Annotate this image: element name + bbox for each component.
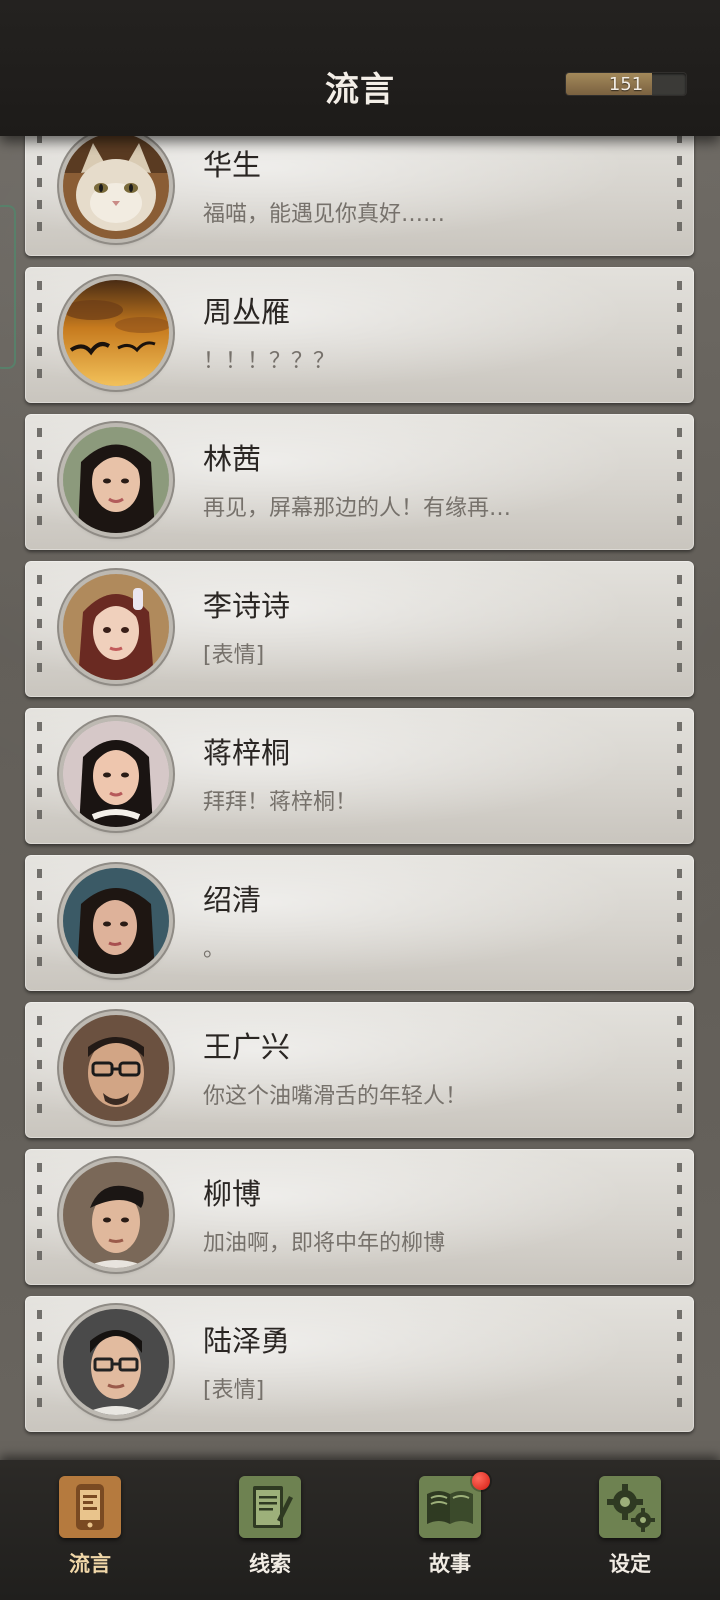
conversation-item-zhoucongyan[interactable]: 周丛雁 ！！！？？？ [25,267,694,403]
man-glasses-avatar-icon [63,1309,169,1415]
last-message: ！！！？？？ [203,349,336,374]
contact-name: 周丛雁 [203,295,291,329]
contact-name: 柳博 [203,1177,262,1211]
woman-avatar-icon [63,427,169,533]
conversation-item-huasheng[interactable]: 华生 福喵，能遇见你真好…… [25,120,694,256]
contact-name: 王广兴 [203,1030,291,1064]
book-icon [419,1476,481,1538]
nav-rumors[interactable]: 流言 [30,1476,150,1588]
contact-name: 林茜 [203,442,262,476]
counter-value: 151 [608,74,644,95]
nav-clues[interactable]: 线索 [210,1476,330,1588]
conversation-item-linqian[interactable]: 林茜 再见，屏幕那边的人！有缘再… [25,414,694,550]
conversation-item-wangguangxing[interactable]: 王广兴 你这个油嘴滑舌的年轻人！ [25,1002,694,1138]
last-message: 你这个油嘴滑舌的年轻人！ [203,1084,468,1109]
nav-label: 故事 [429,1551,471,1576]
woman-avatar-icon [63,721,169,827]
man-glasses-avatar-icon [63,1015,169,1121]
contact-name: 陆泽勇 [203,1324,291,1358]
conversation-item-shaoqing[interactable]: 绍清 。 [25,855,694,991]
conversation-item-lishishi[interactable]: 李诗诗 [表情] [25,561,694,697]
notepad-icon [239,1476,301,1538]
top-bar: 流言 151 [0,0,720,136]
woman-avatar-icon [63,574,169,680]
woman-avatar-icon [63,868,169,974]
last-message: 福喵，能遇见你真好…… [203,202,446,227]
last-message: 。 [203,937,226,962]
nav-label: 流言 [69,1551,111,1576]
last-message: 拜拜！蒋梓桐！ [203,790,358,815]
nav-story[interactable]: 故事 [390,1472,510,1588]
contact-name: 李诗诗 [203,589,291,623]
last-message: [表情] [203,1378,265,1403]
contact-name: 蒋梓桐 [203,736,291,770]
man-avatar-icon [63,1162,169,1268]
currency-counter: 151 [566,73,686,95]
last-message: 再见，屏幕那边的人！有缘再… [203,496,512,521]
cat-avatar-icon [63,133,169,239]
bottom-navigation: 流言 线索 故事 设定 [0,1460,720,1600]
notification-badge [472,1472,490,1490]
rumor-phone-icon [59,1476,121,1538]
conversation-item-liubo[interactable]: 柳博 加油啊，即将中年的柳博 [25,1149,694,1285]
sunset-birds-avatar-icon [63,280,169,386]
nav-settings[interactable]: 设定 [570,1476,690,1588]
conversation-item-luzeyong[interactable]: 陆泽勇 [表情] [25,1296,694,1432]
conversation-item-jiangzitong[interactable]: 蒋梓桐 拜拜！蒋梓桐！ [25,708,694,844]
last-message: [表情] [203,643,265,668]
conversation-list: 华生 福喵，能遇见你真好…… 周丛雁 ！！！？？？ 林茜 再见，屏幕那边的人！有… [0,0,720,1460]
contact-name: 绍清 [203,883,262,917]
contact-name: 华生 [203,148,262,182]
nav-label: 设定 [609,1551,651,1576]
last-message: 加油啊，即将中年的柳博 [203,1231,446,1256]
gear-icon [599,1476,661,1538]
nav-label: 线索 [249,1551,291,1576]
